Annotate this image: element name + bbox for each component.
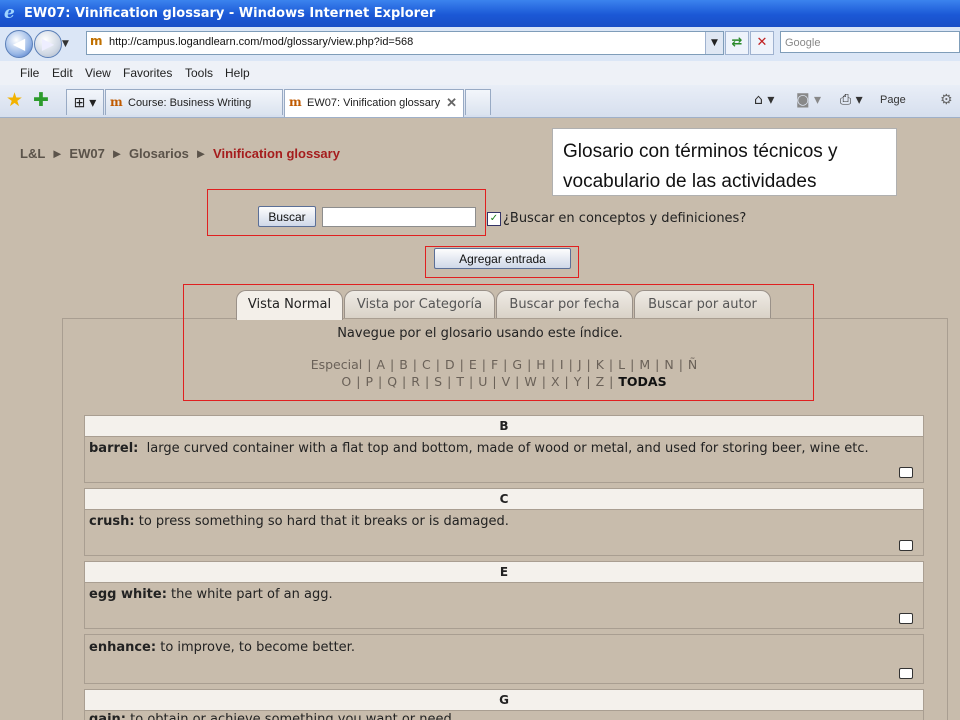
forward-button[interactable]: ▶ [34, 30, 62, 58]
glossary-entry: egg white: the white part of an agg. [84, 582, 924, 629]
menu-view[interactable]: View [85, 66, 111, 80]
comment-icon[interactable] [899, 540, 913, 551]
window-title: EW07: Vinification glossary - Windows In… [24, 6, 436, 21]
breadcrumb: L&L ► EW07 ► Glosarios ► Vinification gl… [20, 146, 342, 161]
comment-icon[interactable] [899, 668, 913, 679]
search-definitions-label: ¿Buscar en conceptos y definiciones? [503, 211, 747, 226]
address-input[interactable]: m http://campus.logandlearn.com/mod/glos… [86, 31, 724, 55]
callout-line-2: vocabulario de las actividades [563, 171, 817, 192]
entry-definition: to press something so hard that it break… [138, 514, 509, 529]
add-favorite-icon[interactable]: ✚ [33, 89, 49, 111]
url-text: http://campus.logandlearn.com/mod/glossa… [109, 36, 414, 48]
annotation-callout: Glosario con términos técnicos y vocabul… [552, 128, 897, 196]
tools-gear-icon[interactable]: ⚙ [940, 92, 953, 108]
entry-letter-heading: G [84, 689, 924, 711]
site-favicon-icon: m [90, 34, 103, 48]
entry-letter-heading: C [84, 488, 924, 510]
entry-term: crush: [89, 514, 135, 529]
browser-tabs-row: ★ ✚ ⊞ ▾ m Course: Business Writing m EW0… [0, 85, 960, 118]
highlight-box-index [183, 284, 814, 401]
tab-vinification-glossary[interactable]: m EW07: Vinification glossary ✕ [284, 89, 464, 117]
add-entry-button[interactable]: Agregar entrada [434, 248, 571, 269]
search-input[interactable] [322, 207, 476, 227]
breadcrumb-course[interactable]: EW07 [69, 146, 104, 161]
breadcrumb-separator: ► [110, 146, 124, 161]
back-button[interactable]: ◀ [5, 30, 33, 58]
menu-tools[interactable]: Tools [185, 66, 213, 80]
entry-definition: to obtain or achieve something you want … [130, 712, 456, 720]
entry-term: gain: [89, 712, 126, 720]
menu-edit[interactable]: Edit [52, 66, 73, 80]
breadcrumb-separator: ► [50, 146, 64, 161]
moodle-favicon-icon: m [289, 95, 302, 109]
refresh-icon[interactable]: ⇄ [725, 31, 749, 55]
glossary-entry: enhance: to improve, to become better. [84, 634, 924, 684]
entry-term: barrel: [89, 441, 139, 456]
comment-icon[interactable] [899, 467, 913, 478]
moodle-favicon-icon: m [110, 95, 123, 109]
address-dropdown-icon[interactable]: ▼ [705, 32, 723, 54]
new-tab-button[interactable] [465, 89, 491, 115]
search-button[interactable]: Buscar [258, 206, 316, 227]
menu-help[interactable]: Help [225, 66, 250, 80]
entry-term: egg white: [89, 587, 167, 602]
entry-definition: to improve, to become better. [160, 640, 355, 655]
entry-term: enhance: [89, 640, 157, 655]
window-titlebar: e EW07: Vinification glossary - Windows … [0, 0, 960, 27]
entry-definition: the white part of an agg. [171, 587, 333, 602]
stop-icon[interactable]: ✕ [750, 31, 774, 55]
home-icon[interactable]: ⌂ ▾ [754, 92, 774, 108]
callout-line-1: Glosario con términos técnicos y [563, 141, 838, 162]
history-dropdown-icon[interactable]: ▼ [62, 39, 69, 49]
comment-icon[interactable] [899, 613, 913, 624]
page-menu[interactable]: Page [880, 94, 906, 106]
breadcrumb-current: Vinification glossary [213, 146, 340, 161]
menu-bar: File Edit View Favorites Tools Help [0, 61, 960, 86]
internet-explorer-icon: e [4, 3, 15, 23]
breadcrumb-glossaries[interactable]: Glosarios [129, 146, 189, 161]
search-engine-input[interactable]: Google [780, 31, 960, 53]
tab-course-business-writing[interactable]: m Course: Business Writing [105, 89, 283, 115]
search-definitions-checkbox[interactable]: ✓ [487, 212, 501, 226]
breadcrumb-separator: ► [194, 146, 208, 161]
glossary-entry: crush: to press something so hard that i… [84, 509, 924, 556]
print-icon[interactable]: ⎙ ▾ [840, 92, 863, 108]
glossary-entry: gain: to obtain or achieve something you… [84, 710, 924, 720]
feeds-icon[interactable]: ◙ ▾ [796, 92, 821, 108]
entry-letter-heading: E [84, 561, 924, 583]
breadcrumb-home[interactable]: L&L [20, 146, 45, 161]
glossary-entry: barrel: large curved container with a fl… [84, 436, 924, 483]
address-bar-row: ◀ ▶ ▼ m http://campus.logandlearn.com/mo… [0, 27, 960, 62]
entry-definition: large curved container with a flat top a… [146, 441, 869, 456]
quick-tabs-icon[interactable]: ⊞ ▾ [66, 89, 104, 115]
favorites-star-icon[interactable]: ★ [6, 89, 23, 111]
entry-letter-heading: B [84, 415, 924, 437]
menu-file[interactable]: File [20, 66, 39, 80]
menu-favorites[interactable]: Favorites [123, 66, 172, 80]
close-tab-icon[interactable]: ✕ [446, 95, 457, 111]
